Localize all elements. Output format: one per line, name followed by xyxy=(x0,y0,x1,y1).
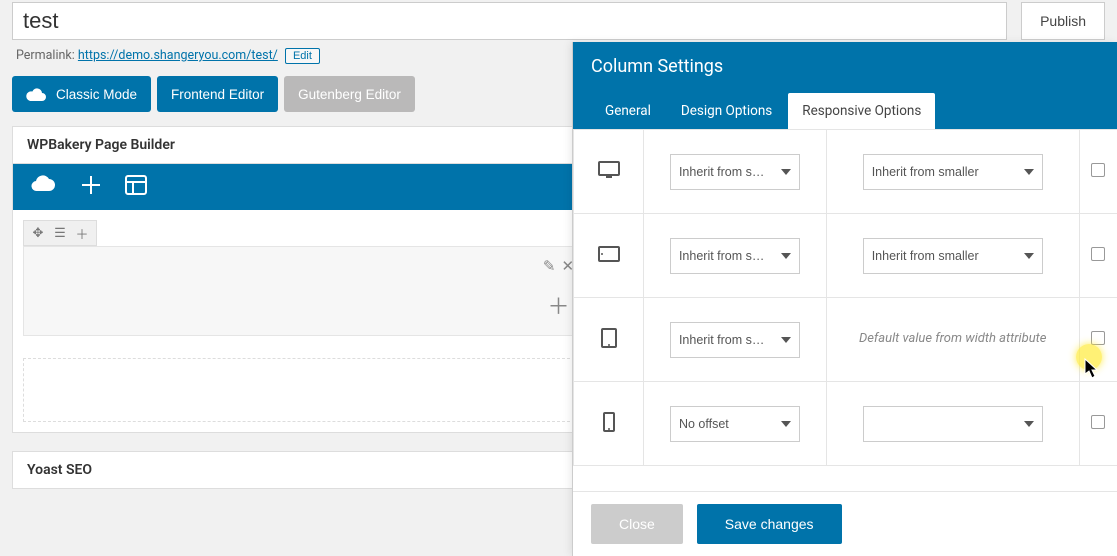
default-width-text: Default value from width attribute xyxy=(837,330,1069,348)
permalink-label: Permalink: xyxy=(16,48,75,63)
columns-icon[interactable]: ☰ xyxy=(50,223,70,243)
responsive-row-mobile: No offset xyxy=(574,382,1117,466)
wpbakery-logo-icon[interactable] xyxy=(31,175,57,199)
frontend-editor-button[interactable]: Frontend Editor xyxy=(157,76,278,112)
hide-checkbox-desktop[interactable] xyxy=(1091,163,1105,177)
tab-general[interactable]: General xyxy=(591,93,665,129)
responsive-row-tablet-portrait: Inherit from smaller Default value from … xyxy=(574,298,1117,382)
width-select-desktop[interactable]: Inherit from smaller xyxy=(863,154,1043,190)
hide-checkbox-tablet-portrait[interactable] xyxy=(1091,331,1105,345)
mobile-icon xyxy=(602,422,616,437)
responsive-row-desktop: Inherit from smaller Inherit from smalle… xyxy=(574,130,1117,214)
classic-mode-button[interactable]: Classic Mode xyxy=(12,76,151,112)
gutenberg-editor-label: Gutenberg Editor xyxy=(298,87,401,102)
cursor-icon xyxy=(1084,358,1100,380)
permalink-edit-button[interactable]: Edit xyxy=(285,48,320,64)
post-title-input[interactable] xyxy=(12,2,1007,40)
tablet-landscape-icon xyxy=(597,252,621,267)
offset-select-mobile[interactable]: No offset xyxy=(670,406,800,442)
close-button[interactable]: Close xyxy=(591,504,683,544)
frontend-editor-label: Frontend Editor xyxy=(171,87,264,102)
gutenberg-editor-button[interactable]: Gutenberg Editor xyxy=(284,76,415,112)
tablet-portrait-icon xyxy=(600,338,618,353)
width-select-mobile[interactable] xyxy=(863,406,1043,442)
add-element-icon[interactable] xyxy=(81,175,101,199)
modal-title: Column Settings xyxy=(591,56,1099,77)
offset-select-tablet-landscape[interactable]: Inherit from smaller xyxy=(670,238,800,274)
hide-checkbox-mobile[interactable] xyxy=(1091,415,1105,429)
tab-design-options[interactable]: Design Options xyxy=(667,93,786,129)
template-icon[interactable] xyxy=(125,175,147,199)
desktop-icon xyxy=(597,169,621,184)
add-icon[interactable]: ＋ xyxy=(72,223,92,243)
hide-checkbox-tablet-landscape[interactable] xyxy=(1091,247,1105,261)
width-select-tablet-landscape[interactable]: Inherit from smaller xyxy=(863,238,1043,274)
tab-responsive-options[interactable]: Responsive Options xyxy=(788,93,935,129)
responsive-row-tablet-landscape: Inherit from smaller Inherit from smalle… xyxy=(574,214,1117,298)
publish-button[interactable]: Publish xyxy=(1021,2,1105,40)
column-settings-modal: Column Settings General Design Options R… xyxy=(572,42,1117,556)
row-toolbar: ✥ ☰ ＋ xyxy=(23,220,97,246)
offset-select-desktop[interactable]: Inherit from smaller xyxy=(670,154,800,190)
move-icon[interactable]: ✥ xyxy=(28,223,48,243)
cloud-icon xyxy=(26,87,46,101)
classic-mode-label: Classic Mode xyxy=(56,87,137,102)
pencil-icon[interactable]: ✎ xyxy=(543,257,556,275)
permalink-url[interactable]: https://demo.shangeryou.com/test/ xyxy=(78,48,278,63)
save-changes-button[interactable]: Save changes xyxy=(697,504,842,544)
offset-select-tablet-portrait[interactable]: Inherit from smaller xyxy=(670,322,800,358)
